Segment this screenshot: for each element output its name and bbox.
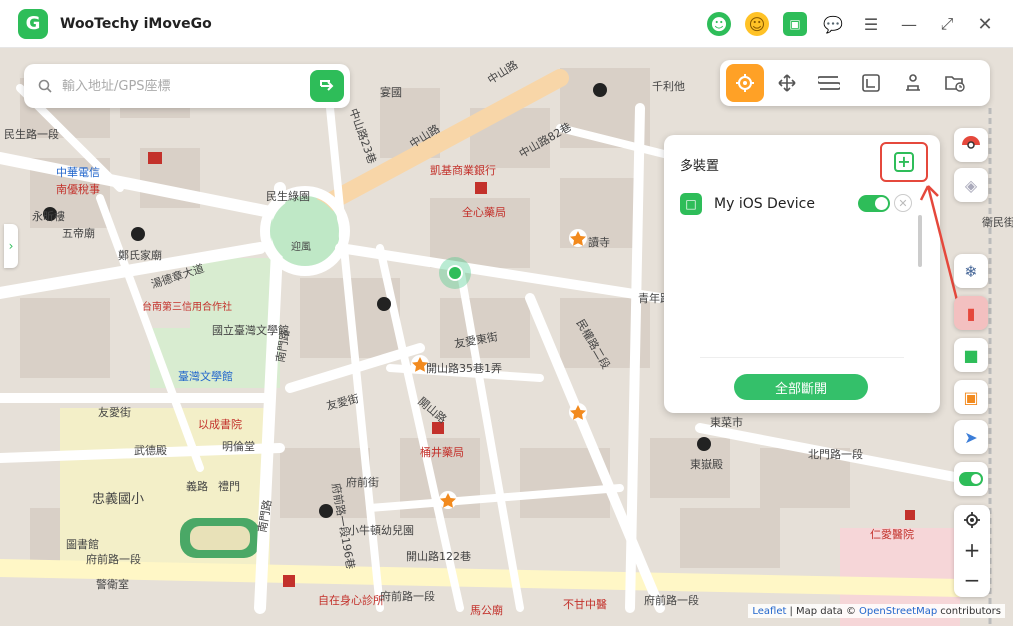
phone-gps-icon[interactable]: ▮ — [954, 296, 988, 330]
map-label: 東嶽殿 — [690, 458, 723, 471]
map-label: 府前路一段 — [86, 553, 141, 566]
expand-sidebar-button[interactable]: › — [4, 224, 18, 268]
search-icon — [36, 77, 54, 95]
map-label: 中華電信 — [56, 166, 100, 179]
attribution-text: | Map data © — [789, 605, 856, 617]
go-button[interactable] — [310, 70, 344, 102]
close-icon[interactable]: ✕ — [973, 12, 997, 36]
map-label: 民生路一段 — [4, 128, 59, 141]
move-arrows-icon — [778, 74, 796, 92]
title-bar-icons: ☻ ☺ ▣ 💬 ☰ — ⤢ ✕ — [707, 12, 997, 36]
map-label: 不甘中醫 — [563, 598, 607, 611]
map-label: 義路 — [186, 480, 208, 493]
map-label: 迎風 — [291, 242, 311, 253]
map-label: 府前路一段 — [644, 594, 699, 607]
map-label: 明倫堂 — [222, 440, 255, 453]
map-label: 全心藥局 — [462, 206, 506, 219]
map-label: 千利他 — [652, 80, 685, 93]
map-label: 開山路122巷 — [406, 550, 471, 563]
map-label: 北門路一段 — [808, 448, 863, 461]
jump-teleport-mode-button[interactable] — [894, 64, 932, 102]
map-label: 以成書院 — [198, 418, 242, 431]
map-label: 武德殿 — [134, 444, 167, 457]
game-mode-icon[interactable]: ◈ — [954, 168, 988, 202]
toggle-switch-icon[interactable] — [954, 462, 988, 496]
app-title: WooTechy iMoveGo — [60, 15, 212, 32]
map-label: 禮門 — [218, 480, 240, 493]
osm-link[interactable]: OpenStreetMap — [859, 606, 937, 617]
fullscreen-icon[interactable]: ⤢ — [935, 12, 959, 36]
folder-clock-icon — [945, 76, 965, 92]
ios-device-icon: □ — [680, 193, 702, 215]
map-label: 忠義國小 — [92, 492, 145, 507]
panel-title: 多裝置 — [680, 159, 720, 174]
map-label: 府前街 — [346, 476, 379, 489]
map-label: 警衛室 — [96, 578, 129, 591]
coin-icon[interactable]: ☺ — [745, 12, 769, 36]
map-label: 仁愛醫院 — [870, 528, 914, 541]
panel-divider — [700, 357, 904, 358]
user-avatar-icon[interactable]: ☻ — [707, 12, 731, 36]
map-label: 宴國 — [380, 86, 402, 99]
map-label: 圖書館 — [66, 538, 99, 551]
disconnect-all-button[interactable]: 全部斷開 — [734, 374, 868, 400]
map-label: 鄭氏家廟 — [118, 249, 162, 262]
locate-me-icon[interactable] — [954, 505, 990, 535]
minimize-icon[interactable]: — — [897, 12, 921, 36]
app-logo-icon: G — [18, 8, 48, 39]
mode-toolbar — [720, 60, 990, 106]
device-row[interactable]: □ My iOS Device ✕ — [680, 191, 916, 217]
zoom-controls: + − — [954, 505, 990, 597]
pokemon-go-icon[interactable] — [954, 128, 988, 162]
history-mode-button[interactable] — [936, 64, 974, 102]
map-label: 友愛街 — [98, 406, 131, 419]
map-label: 讀寺 — [588, 236, 610, 249]
map-label: 馬公廟 — [470, 604, 503, 617]
map-label: 五帝廟 — [62, 227, 95, 240]
teleport-mode-button[interactable] — [726, 64, 764, 102]
map-label: 桶井藥局 — [420, 446, 464, 459]
map-label: 台南第三信用合作社 — [142, 302, 232, 313]
device-name: My iOS Device — [714, 196, 815, 212]
route-square-icon — [862, 74, 880, 92]
map-label: 自在身心診所 — [318, 594, 384, 607]
chat-feedback-icon[interactable]: 💬 — [821, 12, 845, 36]
map-label: 民生綠園 — [266, 190, 310, 203]
map-label: 東菜市 — [710, 416, 743, 429]
map-label: 小牛頓幼兒園 — [348, 524, 414, 537]
clothing-icon[interactable]: ■ — [954, 338, 988, 372]
attribution-contrib: contributors — [940, 605, 1001, 617]
multi-route-icon — [818, 76, 840, 90]
map-label: 南優稅事 — [56, 183, 100, 196]
send-plane-icon[interactable]: ➤ — [954, 420, 988, 454]
wallet-icon[interactable]: ▣ — [954, 380, 988, 414]
map-label: 臺灣文學館 — [178, 370, 233, 383]
remove-device-icon[interactable]: ✕ — [894, 194, 912, 212]
person-stamp-icon — [906, 74, 920, 91]
search-input[interactable] — [62, 78, 302, 94]
gift-box-icon[interactable]: ▣ — [783, 12, 807, 36]
plus-icon: + — [894, 152, 914, 172]
map-label: 衛民街 — [982, 216, 1013, 229]
map-attribution: Leaflet | Map data © OpenStreetMap contr… — [748, 604, 1005, 618]
map-label: 凱基商業銀行 — [430, 164, 496, 177]
return-arrow-icon — [320, 80, 334, 91]
leaflet-link[interactable]: Leaflet — [752, 606, 786, 617]
map-label: 永昕樓 — [32, 210, 65, 223]
joystick-mode-button[interactable] — [768, 64, 806, 102]
crosshair-icon — [736, 74, 754, 92]
device-connection-toggle[interactable] — [858, 195, 890, 212]
map-label: 開山路35巷1弄 — [426, 362, 502, 375]
zoom-out-button[interactable]: − — [954, 565, 990, 595]
search-bar — [24, 64, 350, 108]
menu-icon[interactable]: ☰ — [859, 12, 883, 36]
multi-spot-mode-button[interactable] — [810, 64, 848, 102]
two-spot-mode-button[interactable] — [852, 64, 890, 102]
map-label: 府前路一段 — [380, 590, 435, 603]
zoom-in-button[interactable]: + — [954, 535, 990, 565]
cooldown-snowflake-icon[interactable]: ❄ — [954, 254, 988, 288]
title-bar: G WooTechy iMoveGo ☻ ☺ ▣ 💬 ☰ — ⤢ ✕ — [0, 0, 1013, 48]
